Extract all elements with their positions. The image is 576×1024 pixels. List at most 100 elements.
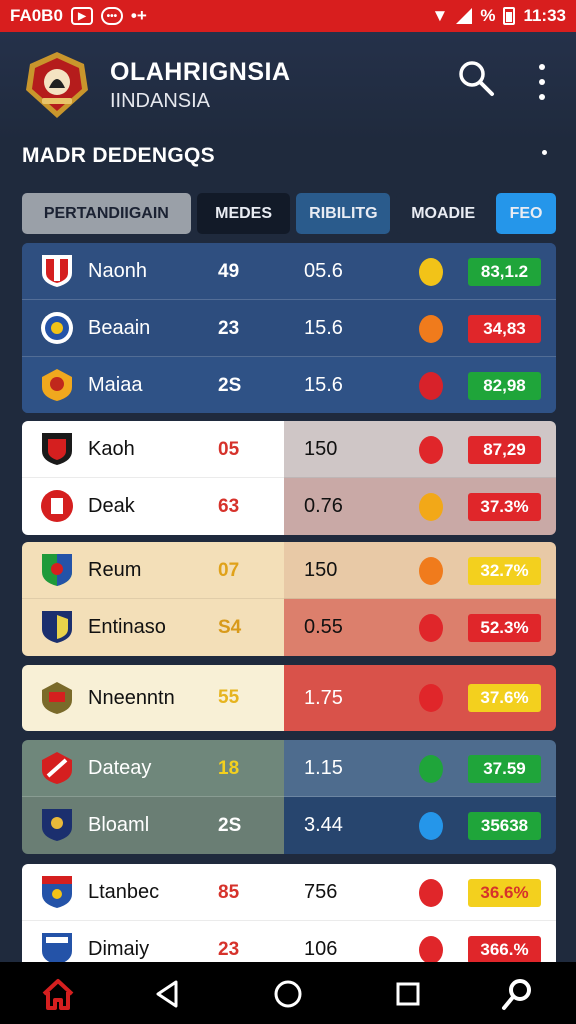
team-points: S4 xyxy=(218,616,242,638)
more-menu-icon[interactable] xyxy=(528,62,556,102)
medal-icon xyxy=(419,557,443,585)
team-crest-icon xyxy=(41,312,73,344)
table-row[interactable]: Deak 63 0.76 37.3% xyxy=(22,478,556,535)
team-crest-icon xyxy=(42,611,72,643)
search-icon[interactable] xyxy=(500,976,536,1012)
filter-tabs: PERTANDIIGAIN MEDES RIBILITG MOADIE FEO xyxy=(22,193,556,234)
cast-icon: •+ xyxy=(130,6,147,25)
team-points: 05 xyxy=(218,438,240,460)
tab-feo[interactable]: FEO xyxy=(496,193,556,234)
team-points: 23 xyxy=(218,938,240,960)
standings-group-2: Kaoh 05 150 87,29 Deak 63 0.76 37.3% xyxy=(22,421,556,535)
standings-group-6: Ltanbec 85 756 36.6% Dimaiy 23 106 366.% xyxy=(22,864,556,974)
medal-icon xyxy=(419,493,443,521)
notification-icon: ▶ xyxy=(70,7,93,25)
medal-icon xyxy=(419,315,443,343)
score-pill: 35638 xyxy=(468,812,541,840)
team-crest-icon xyxy=(42,876,72,908)
team-value: 0.55 xyxy=(304,616,343,638)
score-pill: 34,83 xyxy=(468,315,541,343)
status-time: 11:33 xyxy=(523,6,566,25)
team-name: Dateay xyxy=(88,757,152,779)
table-row[interactable]: Maiaa 2S 15.6 82,98 xyxy=(22,357,556,413)
team-value: 150 xyxy=(304,559,338,581)
team-points: 2S xyxy=(218,814,242,836)
tab-pertandingan[interactable]: PERTANDIIGAIN xyxy=(22,193,191,234)
team-value: 106 xyxy=(304,938,338,960)
medal-icon xyxy=(419,258,443,286)
table-row[interactable]: Ltanbec 85 756 36.6% xyxy=(22,864,556,921)
search-icon[interactable] xyxy=(456,58,496,98)
wifi-icon: ▼ xyxy=(431,6,449,25)
standings-group-4: Nneenntn 55 1.75 37.6% xyxy=(22,665,556,731)
signal-icon xyxy=(456,8,473,24)
battery-percent: % xyxy=(480,6,496,25)
medal-icon xyxy=(419,812,443,840)
medal-icon xyxy=(419,879,443,907)
home-icon[interactable] xyxy=(40,976,76,1012)
standings-group-3: Reum 07 150 32.7% Entinaso S4 0.55 52.3% xyxy=(22,542,556,656)
team-value: 756 xyxy=(304,881,338,903)
table-row[interactable]: Nneenntn 55 1.75 37.6% xyxy=(22,665,556,731)
standings-group-1: Naonh 49 05.6 83,1.2 Beaain 23 15.6 34,8… xyxy=(22,243,556,413)
emblem-logo xyxy=(26,52,88,118)
team-crest-icon xyxy=(42,809,72,841)
tab-medes[interactable]: MEDES xyxy=(196,193,291,234)
table-row[interactable]: Kaoh 05 150 87,29 xyxy=(22,421,556,478)
status-bar: FA0B0 ▶ ••• •+ ▼ % 11:33 xyxy=(0,0,576,32)
table-row[interactable]: Bloaml 2S 3.44 35638 xyxy=(22,797,556,854)
standings-group-5: Dateay 18 1.15 37.59 Bloaml 2S 3.44 3563… xyxy=(22,740,556,854)
app-title: OLAHRIGNSIA xyxy=(110,58,291,86)
table-row[interactable]: Beaain 23 15.6 34,83 xyxy=(22,300,556,357)
team-points: 55 xyxy=(218,687,240,708)
team-crest-icon xyxy=(42,433,72,465)
section-title: MADR DEDENGQS xyxy=(22,144,215,167)
team-name: Ltanbec xyxy=(88,881,160,903)
score-pill: 37.59 xyxy=(468,755,541,783)
back-icon[interactable] xyxy=(150,976,186,1012)
table-row[interactable]: Entinaso S4 0.55 52.3% xyxy=(22,599,556,656)
score-pill: 366.% xyxy=(468,936,541,964)
medal-icon xyxy=(419,936,443,964)
navigation-bar xyxy=(0,962,576,1024)
team-points: 18 xyxy=(218,757,240,779)
team-name: Deak xyxy=(88,495,135,517)
app-subtitle: IINDANSIA xyxy=(110,90,211,112)
medal-icon xyxy=(419,436,443,464)
team-name: Nneenntn xyxy=(88,686,175,709)
team-crest-icon xyxy=(42,752,72,784)
team-value: 0.76 xyxy=(304,495,343,517)
medal-icon xyxy=(419,614,443,642)
recents-icon[interactable] xyxy=(390,976,426,1012)
team-crest-icon xyxy=(42,554,72,586)
team-value: 05.6 xyxy=(304,260,343,282)
medal-icon xyxy=(419,372,443,400)
score-pill: 52.3% xyxy=(468,614,541,642)
chat-icon: ••• xyxy=(100,7,123,25)
table-row[interactable]: Dateay 18 1.15 37.59 xyxy=(22,740,556,797)
team-name: Kaoh xyxy=(88,438,135,460)
tab-moadie[interactable]: MOADIE xyxy=(396,193,491,234)
medal-icon xyxy=(419,684,443,712)
score-pill: 87,29 xyxy=(468,436,541,464)
score-pill: 37.6% xyxy=(468,684,541,712)
team-points: 2S xyxy=(218,374,242,396)
team-name: Bloaml xyxy=(88,814,150,836)
table-row[interactable]: Naonh 49 05.6 83,1.2 xyxy=(22,243,556,300)
team-name: Reum xyxy=(88,559,142,581)
team-points: 85 xyxy=(218,881,240,903)
tab-ribilitg[interactable]: RIBILITG xyxy=(296,193,391,234)
team-value: 150 xyxy=(304,438,338,460)
team-points: 49 xyxy=(218,260,240,282)
score-pill: 32.7% xyxy=(468,557,541,585)
team-name: Naonh xyxy=(88,260,147,282)
table-row[interactable]: Reum 07 150 32.7% xyxy=(22,542,556,599)
team-points: 63 xyxy=(218,495,240,517)
status-left-text: FA0B0 xyxy=(10,6,63,25)
home-circle-icon[interactable] xyxy=(270,976,306,1012)
team-value: 15.6 xyxy=(304,374,343,396)
team-name: Dimaiy xyxy=(88,938,150,960)
team-points: 23 xyxy=(218,317,240,339)
team-crest-icon xyxy=(42,682,72,714)
team-crest-icon xyxy=(41,490,73,522)
